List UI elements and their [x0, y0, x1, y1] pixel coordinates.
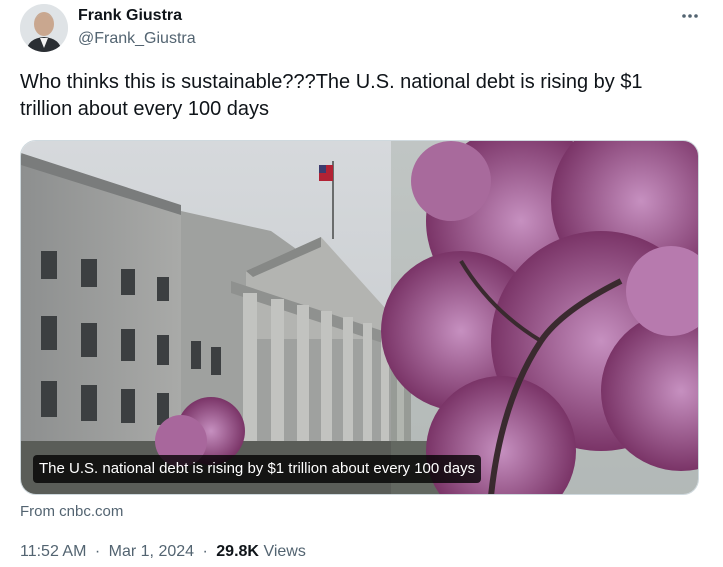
card-source[interactable]: From cnbc.com: [20, 502, 123, 522]
link-card[interactable]: The U.S. national debt is rising by $1 t…: [20, 140, 699, 495]
avatar[interactable]: [20, 4, 68, 52]
tweet-time[interactable]: 11:52 AM: [20, 543, 86, 560]
tweet-text: Who thinks this is sustainable???The U.S…: [20, 71, 643, 120]
views-label: Views: [263, 543, 306, 560]
author-block: Frank Giustra @Frank_Giustra: [78, 6, 196, 49]
avatar-photo: [20, 4, 68, 52]
author-handle[interactable]: @Frank_Giustra: [78, 29, 196, 49]
tweet: Frank Giustra @Frank_Giustra Who thinks …: [0, 0, 723, 567]
more-horizontal-icon[interactable]: [679, 6, 701, 26]
views-count: 29.8K: [216, 543, 259, 560]
tweet-date[interactable]: Mar 1, 2024: [109, 543, 194, 560]
meta-separator-2: ·: [202, 543, 208, 560]
card-caption: The U.S. national debt is rising by $1 t…: [33, 455, 482, 483]
author-name[interactable]: Frank Giustra: [78, 6, 196, 26]
meta-separator: ·: [94, 543, 101, 560]
tweet-meta: 11:52 AM · Mar 1, 2024 · 29.8K Views: [20, 542, 306, 562]
card-image: [21, 141, 698, 494]
